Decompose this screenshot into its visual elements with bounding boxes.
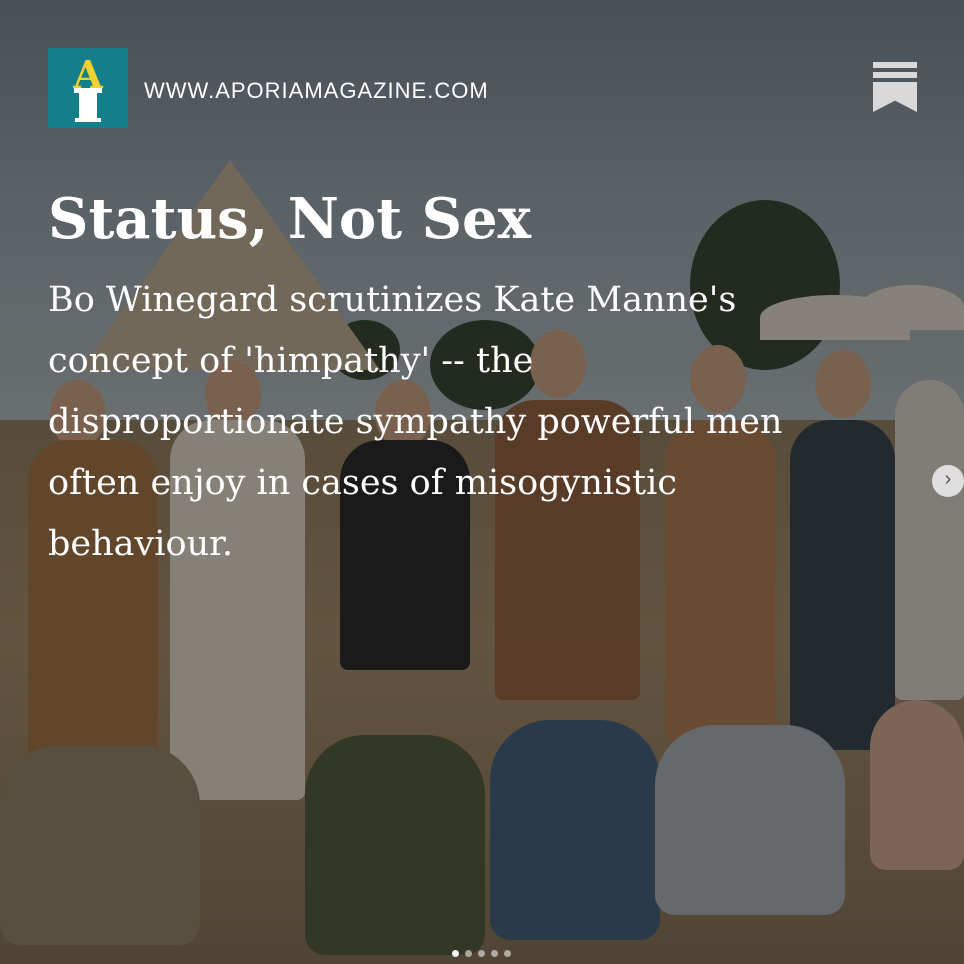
carousel-next-button[interactable]: ›	[932, 465, 964, 497]
carousel-dot[interactable]	[452, 950, 459, 957]
article-subtitle: Bo Winegard scrutinizes Kate Manne's con…	[48, 280, 783, 564]
post-card: A WWW.APORIAMAGAZINE.COM Status, Not Sex…	[0, 0, 964, 964]
bookmark-icon-flag	[873, 82, 917, 112]
carousel-dot[interactable]	[504, 950, 511, 957]
carousel-dot[interactable]	[491, 950, 498, 957]
site-logo[interactable]: A	[48, 48, 128, 128]
article-title: Status, Not Sex	[48, 186, 532, 252]
site-url[interactable]: WWW.APORIAMAGAZINE.COM	[144, 78, 489, 104]
bookmark-icon[interactable]	[873, 62, 917, 112]
carousel-dot[interactable]	[478, 950, 485, 957]
column-icon	[74, 88, 102, 122]
carousel-dot[interactable]	[465, 950, 472, 957]
bookmark-icon-bar	[873, 72, 917, 78]
chevron-right-icon: ›	[944, 468, 952, 490]
bookmark-icon-bar	[873, 62, 917, 68]
